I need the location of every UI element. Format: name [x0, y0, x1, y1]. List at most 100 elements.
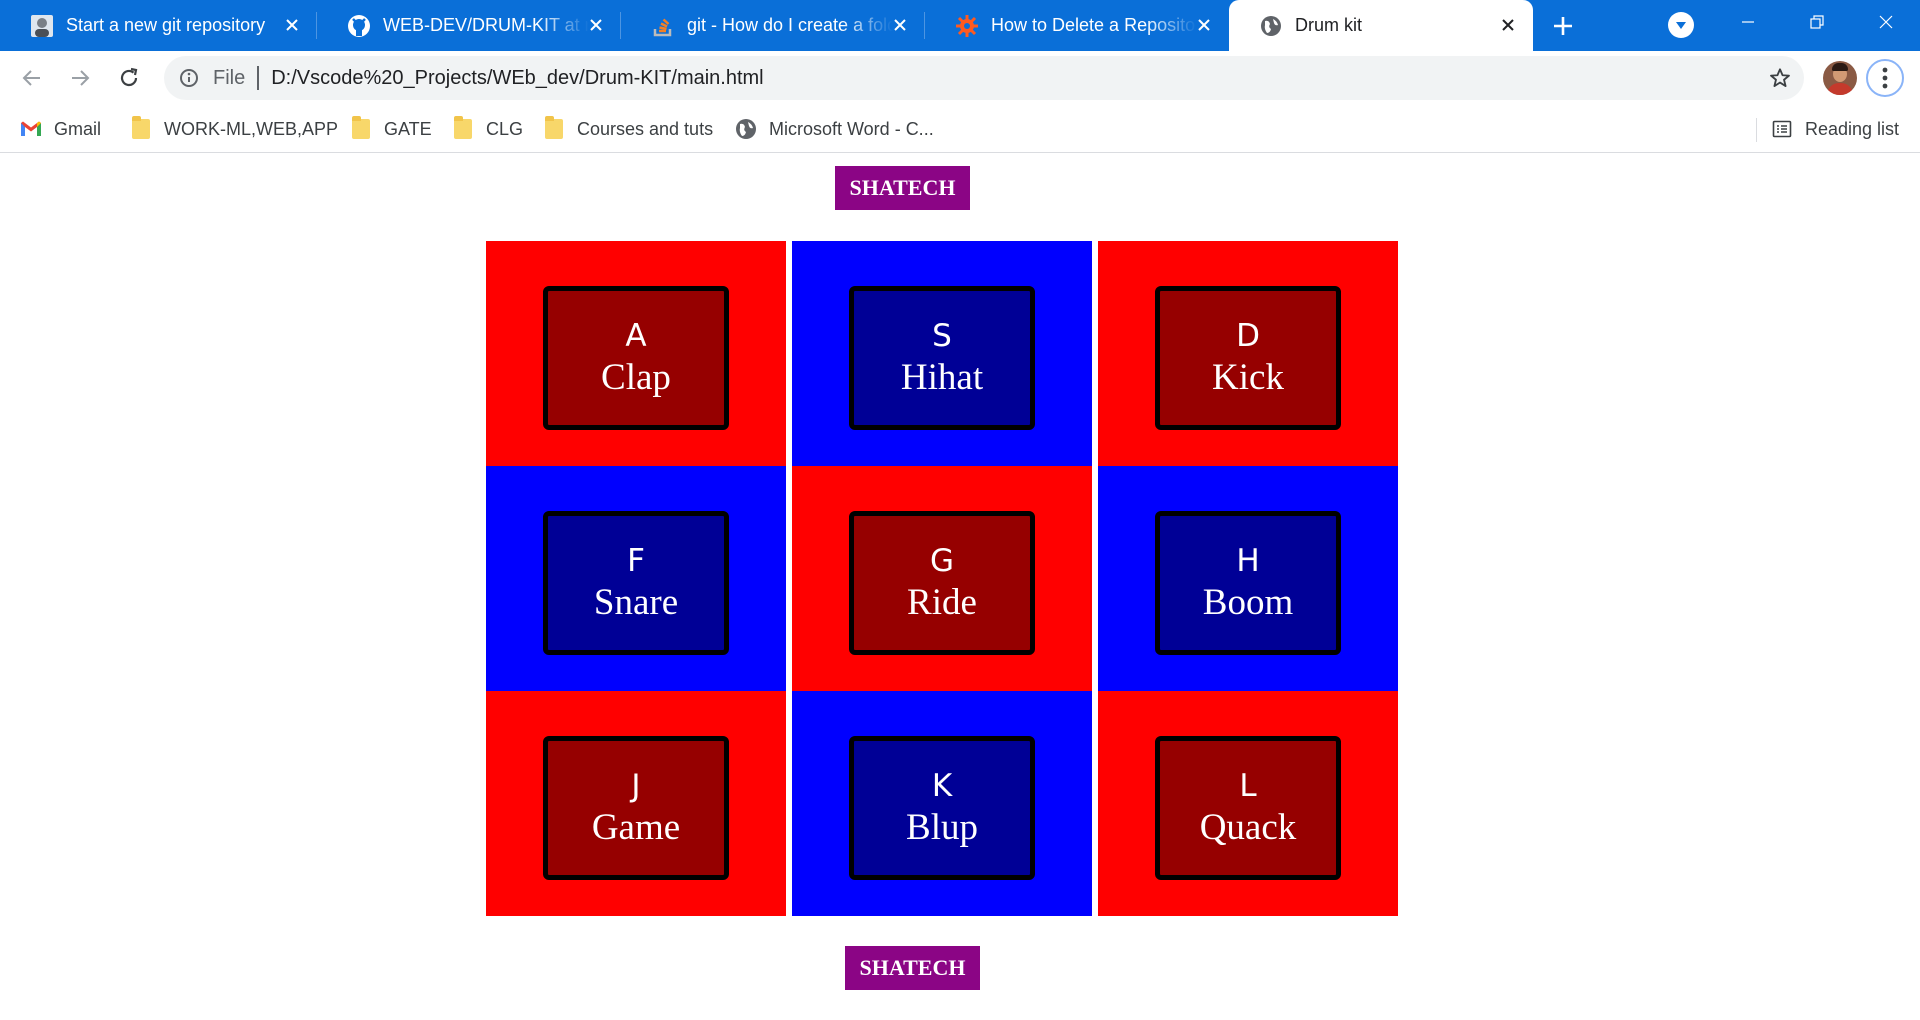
address-bar[interactable]: File D:/Vscode%20_Projects/WEb_dev/Drum-… — [164, 56, 1804, 100]
drum-cell-d: D Kick — [1098, 241, 1398, 466]
forward-button[interactable] — [61, 59, 99, 97]
forward-arrow-icon — [72, 70, 90, 86]
bookmark-label: Gmail — [54, 118, 102, 139]
close-tab-icon[interactable] — [585, 14, 607, 36]
drum-pad-blup[interactable]: K Blup — [849, 736, 1035, 880]
drum-cell-k: K Blup — [792, 691, 1092, 916]
drum-key: H — [1236, 543, 1260, 579]
drum-cell-j: J Game — [486, 691, 786, 916]
drum-pad-quack[interactable]: L Quack — [1155, 736, 1341, 880]
bookmark-courses-and-tuts[interactable]: Courses and tuts — [543, 114, 713, 144]
tab-title: Drum kit — [1295, 15, 1362, 35]
bookmark-star-icon[interactable] — [1768, 66, 1792, 90]
bookmark-work-ml-web-app[interactable]: WORK-ML,WEB,APP — [130, 114, 338, 144]
drum-key: A — [625, 318, 647, 354]
tab-git-create-folder[interactable]: git - How do I create a folder — [621, 0, 925, 51]
reading-list-button[interactable]: Reading list — [1771, 114, 1899, 144]
drum-pad-kick[interactable]: D Kick — [1155, 286, 1341, 430]
close-tab-icon[interactable] — [281, 14, 303, 36]
bookmark-label: GATE — [384, 118, 432, 139]
drum-sound: Snare — [593, 582, 679, 623]
drum-cell-f: F Snare — [486, 466, 786, 691]
folder-icon — [350, 116, 372, 140]
drum-sound: Clap — [601, 357, 671, 398]
drum-sound: Quack — [1199, 807, 1297, 848]
drum-pad-game[interactable]: J Game — [543, 736, 729, 880]
drum-pad-snare[interactable]: F Snare — [543, 511, 729, 655]
scheme-label: File — [213, 66, 246, 89]
drum-key: D — [1236, 318, 1260, 354]
reading-list-label: Reading list — [1805, 118, 1900, 139]
drum-key: K — [931, 768, 953, 804]
profile-avatar[interactable] — [1823, 61, 1857, 95]
address-divider — [257, 66, 260, 90]
bookmark-gate[interactable]: GATE — [350, 114, 432, 144]
globe-icon — [1259, 14, 1283, 38]
reload-button[interactable] — [110, 59, 148, 97]
restore-button[interactable] — [1786, 0, 1848, 44]
close-tab-icon[interactable] — [889, 14, 911, 36]
folder-icon — [452, 116, 474, 140]
drum-key: G — [929, 543, 955, 579]
gear-orange-icon — [955, 14, 979, 38]
tab-title: Start a new git repository — [66, 15, 266, 35]
bookmark-label: WORK-ML,WEB,APP — [164, 118, 339, 139]
tab-web-dev-drum-kit[interactable]: WEB-DEV/DRUM-KIT at main — [317, 0, 621, 51]
info-icon[interactable] — [178, 67, 200, 89]
drum-pad-boom[interactable]: H Boom — [1155, 511, 1341, 655]
brand-header: SHATECH — [835, 166, 970, 210]
user-avatar-icon — [30, 14, 54, 38]
drum-sound: Kick — [1212, 357, 1284, 398]
page-viewport: SHATECH A Clap S Hihat D Kick F Snare G … — [0, 154, 1920, 1020]
drum-cell-a: A Clap — [486, 241, 786, 466]
new-tab-button[interactable] — [1547, 10, 1579, 42]
drum-pad-hihat[interactable]: S Hihat — [849, 286, 1035, 430]
tab-strip: Start a new git repository WEB-DEV/DRUM-… — [0, 0, 1920, 51]
close-window-button[interactable] — [1855, 0, 1917, 44]
bookmark-microsoft-word[interactable]: Microsoft Word - C... — [735, 114, 934, 144]
bookmark-label: Courses and tuts — [577, 118, 714, 139]
minimize-button[interactable] — [1717, 0, 1779, 44]
reading-list-icon — [1771, 118, 1793, 140]
github-icon — [347, 14, 371, 38]
drum-sound: Boom — [1202, 582, 1294, 623]
drum-cell-s: S Hihat — [792, 241, 1092, 466]
url-text[interactable]: D:/Vscode%20_Projects/WEb_dev/Drum-KIT/m… — [271, 67, 763, 90]
drum-pad-ride[interactable]: G Ride — [849, 511, 1035, 655]
tab-search-button[interactable] — [1668, 12, 1694, 38]
bookmarks-bar: Gmail WORK-ML,WEB,APP GATE CLG Courses a… — [0, 106, 1920, 153]
stackoverflow-icon — [651, 14, 675, 38]
tab-drum-kit[interactable]: Drum kit — [1229, 0, 1533, 51]
gmail-icon — [20, 118, 42, 140]
back-button[interactable] — [13, 59, 51, 97]
drum-cell-g: G Ride — [792, 466, 1092, 691]
close-tab-icon[interactable] — [1193, 14, 1215, 36]
reload-icon — [120, 67, 138, 87]
tab-title: git - How do I create a folder — [687, 15, 893, 35]
drum-key: F — [627, 543, 645, 579]
folder-icon — [543, 116, 565, 140]
drum-sound: Ride — [907, 582, 977, 623]
bookmark-gmail[interactable]: Gmail — [20, 114, 101, 144]
folder-icon — [130, 116, 152, 140]
drum-key: S — [932, 318, 952, 354]
drum-grid: A Clap S Hihat D Kick F Snare G Ride H B… — [486, 241, 1399, 916]
tab-title: WEB-DEV/DRUM-KIT at main — [383, 15, 589, 35]
tab-delete-repository[interactable]: How to Delete a Repository — [925, 0, 1229, 51]
close-tab-icon[interactable] — [1497, 14, 1519, 36]
drum-sound: Hihat — [900, 357, 984, 398]
drum-cell-h: H Boom — [1098, 466, 1398, 691]
drum-pad-clap[interactable]: A Clap — [543, 286, 729, 430]
drum-key: J — [631, 768, 641, 804]
drum-cell-l: L Quack — [1098, 691, 1398, 916]
drum-sound: Game — [591, 807, 681, 848]
bookmark-clg[interactable]: CLG — [452, 114, 523, 144]
bookmark-label: Microsoft Word - C... — [769, 118, 934, 139]
browser-menu-button[interactable] — [1866, 59, 1904, 97]
bookmarks-separator — [1756, 118, 1757, 142]
globe-icon — [735, 118, 757, 140]
tab-start-new-git-repository[interactable]: Start a new git repository — [0, 0, 317, 51]
drum-sound: Blup — [906, 807, 978, 848]
tab-title: How to Delete a Repository — [991, 15, 1197, 35]
kebab-menu-icon — [1882, 67, 1888, 89]
